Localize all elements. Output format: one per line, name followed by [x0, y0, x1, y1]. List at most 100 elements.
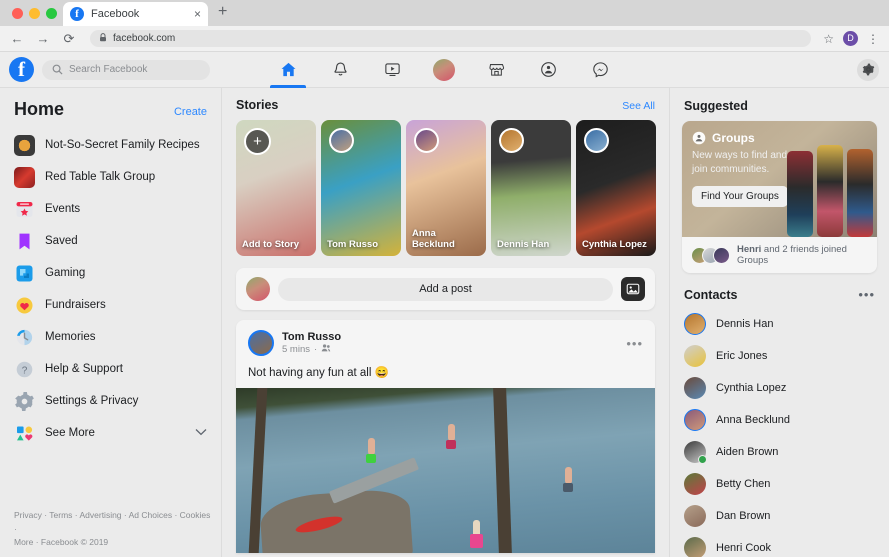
contact-eric-jones[interactable]: Eric Jones [682, 340, 877, 372]
nav-marketplace[interactable] [470, 52, 522, 88]
suggested-groups-card[interactable]: Groups New ways to find and join communi… [682, 121, 877, 273]
see-more-shapes-icon [14, 423, 35, 444]
footer-line-2[interactable]: More · Facebook © 2019 [14, 536, 211, 549]
story-label: Dennis Han [497, 240, 566, 251]
create-link[interactable]: Create [174, 106, 207, 118]
gaming-icon [14, 263, 35, 284]
contact-betty-chen[interactable]: Betty Chen [682, 468, 877, 500]
contacts-options-icon[interactable]: ••• [858, 287, 875, 302]
chevron-down-icon[interactable] [195, 427, 207, 439]
avatar [433, 59, 455, 81]
facebook-logo-icon[interactable]: f [9, 57, 34, 82]
skater-figure [847, 149, 873, 237]
story-label: Anna Becklund [412, 229, 481, 251]
browser-tab-facebook[interactable]: f Facebook × [63, 2, 208, 26]
sidebar-item-label: Saved [45, 235, 207, 247]
avatar [684, 441, 706, 463]
group-thumbnail-red-table-icon [14, 167, 35, 188]
footer-line-1[interactable]: Privacy · Terms · Advertising · Ad Choic… [14, 509, 211, 535]
story-card-tom-russo[interactable]: Tom Russo [321, 120, 401, 256]
add-photo-button[interactable] [621, 277, 645, 301]
contact-anna-becklund[interactable]: Anna Becklund [682, 404, 877, 436]
story-label: Add to Story [242, 240, 311, 251]
nav-watch[interactable] [366, 52, 418, 88]
promo-footer: Henri and 2 friends joined Groups [682, 237, 877, 273]
groups-icon [692, 131, 706, 145]
nav-groups[interactable] [522, 52, 574, 88]
sidebar-item-not-so-secret-family-recipes[interactable]: Not-So-Secret Family Recipes [0, 129, 221, 161]
post-author-name[interactable]: Tom Russo [282, 331, 341, 343]
story-card-anna-becklund[interactable]: Anna Becklund [406, 120, 486, 256]
sidebar-item-saved[interactable]: Saved [0, 225, 221, 257]
story-avatar [329, 128, 354, 153]
story-card-cynthia-lopez[interactable]: Cynthia Lopez [576, 120, 656, 256]
contact-henri-cook[interactable]: Henri Cook [682, 532, 877, 557]
photo-icon [626, 282, 640, 296]
browser-profile-avatar[interactable]: D [843, 31, 858, 46]
memories-clock-icon [14, 327, 35, 348]
contact-dennis-han[interactable]: Dennis Han [682, 308, 877, 340]
post-author-avatar[interactable] [248, 330, 274, 356]
tree-trunk [493, 388, 512, 553]
sidebar-item-settings-and-privacy[interactable]: Settings & Privacy [0, 385, 221, 417]
settings-gear-button[interactable] [857, 59, 879, 81]
avatar [684, 313, 706, 335]
browser-toolbar: ← → ⟳ facebook.com ☆ D ⋮ [0, 26, 889, 52]
sidebar-item-help-and-support[interactable]: ? Help & Support [0, 353, 221, 385]
sidebar-item-memories[interactable]: Memories [0, 321, 221, 353]
svg-text:?: ? [22, 365, 28, 376]
new-tab-button[interactable]: + [208, 0, 237, 26]
groups-icon [540, 61, 557, 78]
suggested-title: Suggested [682, 88, 877, 121]
browser-tab-bar: f Facebook × + [0, 0, 889, 26]
page-body: Home Create Not-So-Secret Family Recipes… [0, 88, 889, 557]
contact-cynthia-lopez[interactable]: Cynthia Lopez [682, 372, 877, 404]
marketplace-store-icon [488, 61, 505, 78]
sidebar-item-red-table-talk-group[interactable]: Red Table Talk Group [0, 161, 221, 193]
post-options-icon[interactable]: ••• [626, 336, 643, 351]
sidebar-item-label: See More [45, 427, 185, 439]
story-card-dennis-han[interactable]: Dennis Han [491, 120, 571, 256]
story-avatar [414, 128, 439, 153]
sidebar-item-fundraisers[interactable]: Fundraisers [0, 289, 221, 321]
meta-separator: · [314, 344, 317, 355]
bookmark-star-icon[interactable]: ☆ [823, 32, 834, 46]
stories-see-all-link[interactable]: See All [622, 100, 655, 112]
add-story-plus-icon[interactable]: + [244, 128, 271, 155]
nav-home[interactable] [262, 52, 314, 88]
contact-dan-brown[interactable]: Dan Brown [682, 500, 877, 532]
search-input[interactable]: Search Facebook [42, 60, 210, 80]
post-image[interactable] [236, 388, 655, 553]
contact-aiden-brown[interactable]: Aiden Brown [682, 436, 877, 468]
nav-notifications[interactable] [314, 52, 366, 88]
close-window-button[interactable] [12, 8, 23, 19]
minimize-window-button[interactable] [29, 8, 40, 19]
sidebar-item-gaming[interactable]: Gaming [0, 257, 221, 289]
main-feed-column: Stories See All + Add to Story Tom Russo… [222, 88, 670, 557]
avatar [684, 473, 706, 495]
friends-avatar-stack [691, 247, 730, 264]
add-post-input[interactable]: Add a post [278, 278, 613, 301]
find-your-groups-button[interactable]: Find Your Groups [692, 186, 788, 207]
forward-icon[interactable]: → [36, 31, 50, 46]
address-bar[interactable]: facebook.com [90, 30, 811, 47]
contact-name: Cynthia Lopez [716, 382, 786, 394]
nav-profile[interactable] [418, 52, 470, 88]
sidebar-item-label: Help & Support [45, 363, 207, 375]
composer-avatar [246, 277, 270, 301]
contact-name: Eric Jones [716, 350, 767, 362]
reload-icon[interactable]: ⟳ [62, 31, 76, 47]
contact-name: Aiden Brown [716, 446, 778, 458]
maximize-window-button[interactable] [46, 8, 57, 19]
browser-menu-icon[interactable]: ⋮ [867, 32, 879, 46]
post-meta: 5 mins · [282, 343, 341, 356]
promo-footer-name: Henri [737, 244, 761, 255]
sidebar-item-label: Gaming [45, 267, 207, 279]
back-icon[interactable]: ← [10, 31, 24, 46]
sidebar-item-see-more[interactable]: See More [0, 417, 221, 449]
nav-messenger[interactable] [574, 52, 626, 88]
post-composer[interactable]: Add a post [236, 268, 655, 310]
close-icon[interactable]: × [194, 8, 201, 20]
sidebar-item-events[interactable]: Events [0, 193, 221, 225]
story-card-add-to-story[interactable]: + Add to Story [236, 120, 316, 256]
